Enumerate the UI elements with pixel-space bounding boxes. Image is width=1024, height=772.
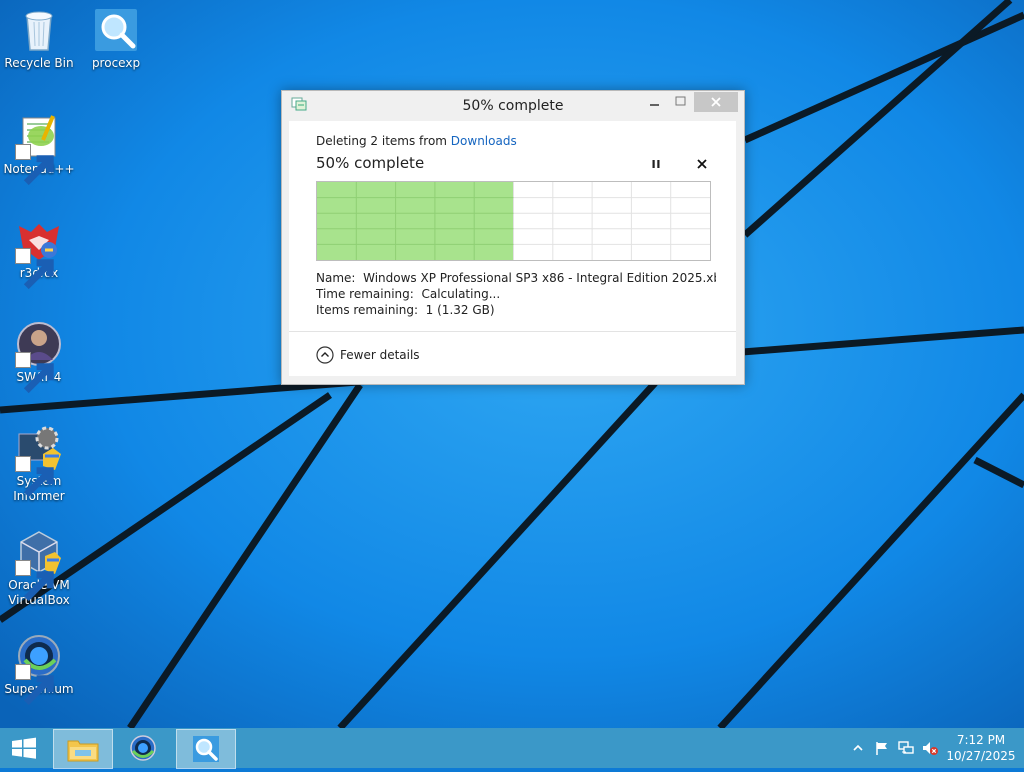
show-hidden-icons-icon[interactable] [850, 740, 866, 756]
desktop-icon-system-informer[interactable]: System Informer [0, 424, 78, 504]
info-time-row: Time remaining: Calculating... [316, 287, 500, 301]
name-value: Windows XP Professional SP3 x86 - Integr… [363, 271, 716, 285]
volume-muted-icon[interactable] [922, 740, 938, 756]
virtualbox-icon [15, 528, 63, 602]
minimize-button[interactable] [642, 92, 668, 112]
taskbar-supermium[interactable] [114, 729, 172, 767]
procexp-icon [92, 6, 140, 54]
file-explorer-icon [67, 740, 99, 762]
progress-graph [316, 181, 711, 261]
close-button[interactable] [694, 92, 738, 112]
pause-button[interactable] [649, 157, 663, 171]
recycle-bin-icon [15, 6, 63, 54]
shortcut-arrow-icon [15, 456, 54, 498]
desktop-icon-virtualbox[interactable]: Oracle VM VirtualBox [0, 528, 78, 608]
desktop-icon-notepad-plus-plus[interactable]: Notepad++ [0, 112, 78, 186]
items-remaining-label: Items remaining: [316, 303, 419, 317]
delete-progress-dialog: 50% complete Deleting 2 items from Downl… [281, 90, 745, 385]
r3dfox-icon [15, 216, 63, 290]
cancel-operation-button[interactable] [695, 157, 709, 171]
chevron-up-icon [316, 346, 334, 364]
shortcut-arrow-icon [15, 248, 54, 290]
downloads-link[interactable]: Downloads [451, 134, 517, 148]
notepad-plus-plus-icon [15, 112, 63, 186]
shortcut-arrow-icon [15, 560, 54, 602]
details-divider [289, 331, 736, 332]
close-icon [711, 97, 721, 107]
desktop-icon-recycle-bin[interactable]: Recycle Bin [0, 6, 78, 71]
taskbar-file-explorer[interactable] [53, 729, 113, 769]
network-icon[interactable] [898, 740, 914, 756]
info-name-row: Name: Windows XP Professional SP3 x86 - … [316, 271, 716, 285]
dialog-content: Deleting 2 items from Downloads 50% comp… [289, 121, 736, 376]
supermium-icon [15, 632, 63, 706]
start-button[interactable] [0, 728, 48, 768]
clock-time: 7:12 PM [956, 733, 1006, 747]
clock-date: 10/27/2025 [946, 749, 1016, 763]
fewer-details-label: Fewer details [340, 348, 420, 362]
name-label: Name: [316, 271, 356, 285]
desktop-icon-label: Recycle Bin [4, 56, 74, 70]
maximize-icon [675, 96, 686, 106]
minimize-icon [650, 104, 659, 106]
time-remaining-value: Calculating... [421, 287, 501, 301]
desktop-icon-swat4[interactable]: SWAT 4 [0, 320, 78, 394]
deleting-summary: Deleting 2 items from Downloads [316, 134, 517, 148]
shortcut-arrow-icon [15, 144, 54, 186]
progress-percent-heading: 50% complete [316, 154, 425, 172]
deleting-text: Deleting 2 items from [316, 134, 451, 148]
system-informer-icon [15, 424, 63, 498]
time-remaining-label: Time remaining: [316, 287, 414, 301]
supermium-icon [130, 735, 156, 761]
shortcut-arrow-icon [15, 352, 54, 394]
desktop-icon-r3dfox[interactable]: r3dfox [0, 216, 78, 290]
desktop-icon-label: procexp [91, 56, 141, 70]
items-remaining-value: 1 (1.32 GB) [425, 303, 495, 317]
taskbar: 7:12 PM 10/27/2025 [0, 728, 1024, 769]
desktop-icon-supermium[interactable]: Supermium [0, 632, 78, 706]
maximize-button[interactable] [668, 92, 694, 112]
desktop-icon-procexp[interactable]: procexp [77, 6, 155, 71]
procexp-icon [193, 736, 219, 762]
swat4-icon [15, 320, 63, 394]
taskbar-procexp[interactable] [176, 729, 236, 769]
info-items-row: Items remaining: 1 (1.32 GB) [316, 303, 495, 317]
progress-grid [317, 182, 710, 260]
windows-logo-icon [12, 737, 36, 759]
shortcut-arrow-icon [15, 664, 54, 706]
dialog-titlebar[interactable]: 50% complete [282, 91, 744, 119]
taskbar-clock[interactable]: 7:12 PM 10/27/2025 [946, 732, 1016, 764]
action-center-flag-icon[interactable] [874, 740, 890, 756]
